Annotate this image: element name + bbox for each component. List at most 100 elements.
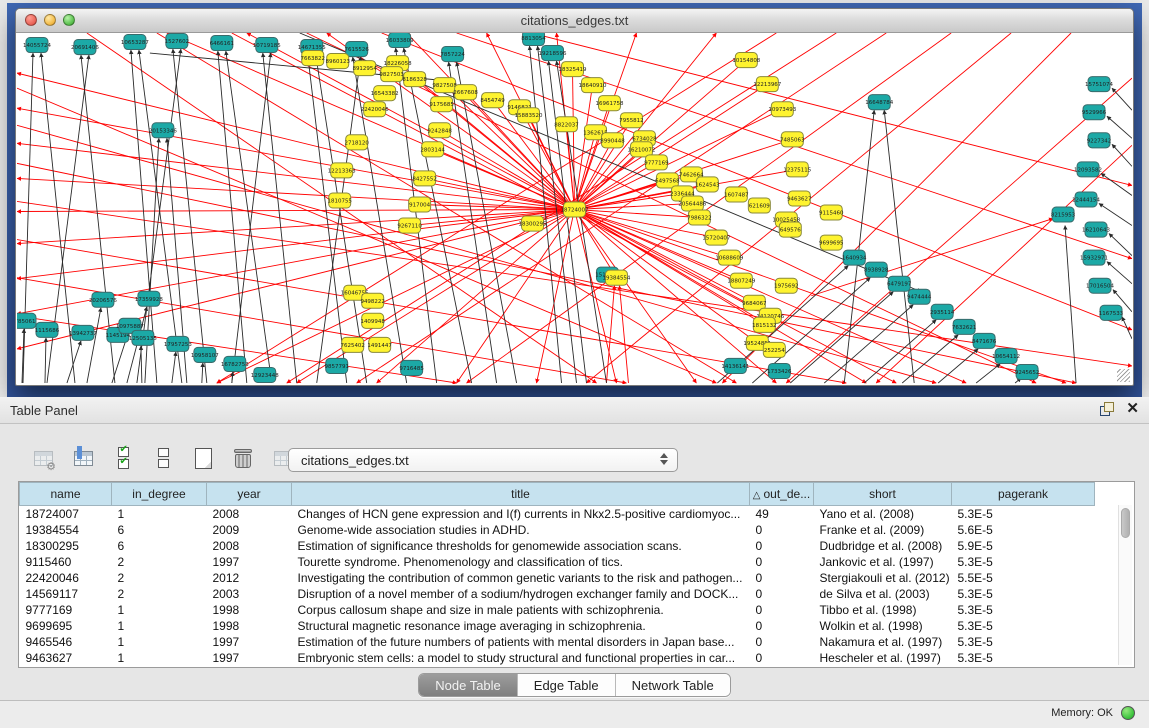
graph-edge[interactable] [141, 346, 142, 383]
column-header[interactable]: title [292, 483, 750, 506]
graph-node[interactable]: 12213967 [753, 77, 781, 92]
graph-node[interactable]: 7625402 [340, 337, 364, 352]
graph-node[interactable]: 9716485 [399, 360, 424, 375]
graph-node[interactable]: 1115686 [35, 322, 60, 337]
float-panel-icon[interactable] [1100, 402, 1114, 415]
delete-table-button[interactable] [230, 445, 256, 471]
graph-node[interactable]: 1527602 [165, 34, 189, 49]
graph-node[interactable]: 7986322 [687, 210, 711, 225]
graph-edge[interactable] [532, 33, 1132, 185]
table-settings-button[interactable]: ⚙ [30, 445, 56, 471]
graph-node[interactable]: 7615526 [344, 42, 369, 57]
graph-edge[interactable] [167, 33, 575, 210]
graph-node[interactable]: 16648784 [865, 95, 893, 110]
create-table-button[interactable] [190, 445, 216, 471]
graph-node[interactable]: 2718120 [344, 135, 369, 150]
table-row[interactable]: 1938455462009Genome-wide association stu… [20, 522, 1095, 538]
graph-node[interactable]: 16782753 [221, 356, 249, 371]
graph-node[interactable]: 1624543 [695, 177, 720, 192]
memory-ok-indicator[interactable] [1121, 706, 1135, 720]
graph-node[interactable]: 252254 [763, 342, 785, 357]
table-row[interactable]: 1456911722003Disruption of a novel membe… [20, 586, 1095, 602]
graph-node[interactable]: 12213363 [328, 163, 356, 178]
graph-node[interactable]: 7632621 [952, 319, 976, 334]
graph-edge[interactable] [790, 292, 893, 383]
graph-node[interactable]: 1733426 [767, 363, 792, 378]
table-scrollbar[interactable] [1118, 505, 1132, 665]
graph-node[interactable]: 1815132 [752, 317, 776, 332]
graph-node[interactable]: 7857224 [440, 47, 465, 62]
graph-node[interactable]: 9857791 [324, 358, 348, 373]
table-selector-dropdown[interactable]: citations_edges.txt [288, 448, 678, 472]
select-columns-button[interactable] [110, 445, 136, 471]
graph-edge[interactable] [382, 33, 1132, 330]
graph-node[interactable]: 18300295 [519, 216, 547, 231]
table-row[interactable]: 946362711997Embryonic stem cells: a mode… [20, 650, 1095, 666]
graph-node[interactable]: 12923448 [251, 367, 279, 382]
graph-node[interactable]: 12505135 [129, 330, 157, 345]
graph-node[interactable]: 7663822 [301, 51, 325, 66]
graph-node[interactable]: 8427552 [412, 171, 436, 186]
graph-node[interactable]: 20691406 [71, 40, 99, 55]
graph-node[interactable]: 9529966 [1082, 105, 1107, 120]
table-row[interactable]: 911546021997Tourette syndrome. Phenomeno… [20, 554, 1095, 570]
graph-node[interactable]: 2935114 [930, 304, 955, 319]
graph-node[interactable]: 8822037 [554, 117, 579, 132]
graph-node[interactable]: 2667608 [453, 85, 478, 100]
tab-network-table[interactable]: Network Table [615, 674, 730, 696]
graph-node[interactable]: 13942737 [69, 325, 97, 340]
graph-node[interactable]: 16033809 [386, 33, 414, 48]
graph-node[interactable]: 8454749 [480, 93, 505, 108]
table-row[interactable]: 1830029562008Estimation of significance … [20, 538, 1095, 554]
graph-node[interactable]: 9227342 [1087, 133, 1111, 148]
graph-node[interactable]: 9242848 [427, 123, 452, 138]
graph-edge[interactable] [824, 305, 913, 383]
graph-node[interactable]: 10958107 [191, 347, 219, 362]
graph-edge[interactable] [45, 338, 46, 383]
graph-node[interactable]: 1409948 [360, 313, 385, 328]
graph-node[interactable]: 7955812 [619, 113, 643, 128]
show-columns-button[interactable] [70, 445, 96, 471]
close-panel-icon[interactable]: ✕ [1126, 402, 1139, 415]
graph-node[interactable]: 6466161 [210, 36, 234, 51]
graph-node[interactable]: 8813054 [521, 33, 546, 46]
graph-node[interactable]: 9699695 [819, 235, 844, 250]
window-resize-grip[interactable] [1117, 369, 1130, 382]
graph-edge[interactable] [1112, 88, 1132, 110]
table-row[interactable]: 2242004622012Investigating the contribut… [20, 570, 1095, 586]
tab-node-table[interactable]: Node Table [419, 674, 517, 696]
graph-node[interactable]: 16961758 [595, 96, 623, 111]
graph-edge[interactable] [884, 110, 914, 383]
column-header[interactable]: △out_de... [750, 483, 814, 506]
tab-edge-table[interactable]: Edge Table [517, 674, 615, 696]
graph-node[interactable]: 9827503 [379, 67, 404, 82]
graph-node[interactable]: 16543382 [371, 86, 399, 101]
graph-node[interactable]: 20564486 [678, 196, 706, 211]
graph-node[interactable]: 10719185 [253, 38, 281, 53]
graph-edge[interactable] [844, 110, 874, 383]
graph-node[interactable]: 16210643 [1082, 222, 1110, 237]
table-row[interactable]: 969969511998Structural magnetic resonanc… [20, 618, 1095, 634]
graph-node[interactable]: 12093582 [1074, 162, 1102, 177]
graph-node[interactable]: 18325419 [559, 62, 587, 77]
graph-node[interactable]: 19218596 [539, 46, 567, 61]
graph-edge[interactable] [575, 210, 771, 316]
table-row[interactable]: 1872400712008Changes of HCN gene express… [20, 506, 1095, 523]
graph-node[interactable]: 17016504 [1086, 278, 1114, 293]
graph-node[interactable]: 10688609 [715, 250, 743, 265]
graph-node[interactable]: 9474444 [907, 289, 932, 304]
graph-node[interactable]: 18640910 [579, 78, 607, 93]
graph-node[interactable]: 17957253 [164, 336, 192, 351]
graph-node[interactable]: 8215953 [1051, 207, 1076, 222]
graph-node[interactable]: 9463627 [787, 191, 812, 206]
graph-edge[interactable] [87, 308, 101, 383]
graph-node[interactable]: 15720407 [702, 230, 730, 245]
graph-edge[interactable] [938, 349, 978, 383]
graph-node[interactable]: 10973493 [768, 102, 796, 117]
graph-node[interactable]: 9175685 [429, 97, 454, 112]
graph-edge[interactable] [1122, 317, 1132, 339]
graph-node[interactable]: 20153346 [149, 123, 177, 138]
graph-node[interactable]: 17359928 [135, 291, 163, 306]
graph-node[interactable]: 8912954 [352, 61, 377, 76]
graph-node[interactable]: 18724007 [561, 202, 589, 217]
